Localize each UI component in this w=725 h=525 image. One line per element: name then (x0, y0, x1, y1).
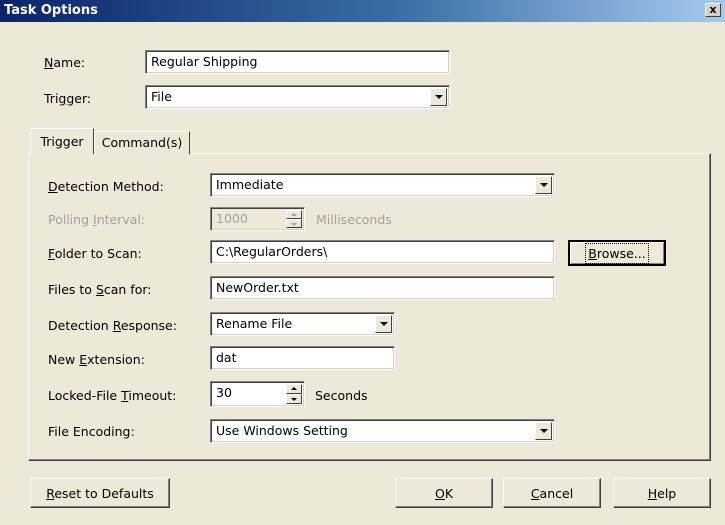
tab-commands-label: Command(s) (101, 135, 183, 150)
timeout-unit: Seconds (315, 388, 368, 403)
title-bar: Task Options x (0, 0, 725, 22)
tab-commands[interactable]: Command(s) (94, 131, 190, 154)
folder-to-scan-value: C:\RegularOrders\ (216, 244, 328, 259)
chevron-down-icon[interactable] (535, 176, 552, 194)
cancel-button[interactable]: Cancel (503, 478, 601, 508)
polling-interval-value: 1000 (216, 211, 248, 226)
detection-response-value: Rename File (216, 316, 293, 331)
folder-to-scan-label: Folder to Scan: (48, 246, 142, 261)
browse-button[interactable]: Browse... (568, 240, 666, 266)
folder-to-scan-input[interactable]: C:\RegularOrders\ (210, 240, 555, 264)
tab-trigger-label: Trigger (40, 134, 84, 149)
detection-response-select[interactable]: Rename File (210, 312, 395, 336)
trigger-select[interactable]: File (145, 85, 450, 109)
spin-up-icon[interactable] (286, 210, 302, 219)
polling-interval-stepper[interactable]: 1000 (210, 207, 305, 231)
chevron-down-icon[interactable] (535, 422, 552, 440)
spin-up-icon[interactable] (286, 384, 302, 394)
file-encoding-label: File Encoding: (48, 424, 135, 439)
polling-interval-label: Polling Interval: (48, 212, 146, 227)
reset-button-label: Reset to Defaults (46, 486, 154, 501)
files-to-scan-label: Files to Scan for: (48, 282, 152, 297)
detection-method-label: Detection Method: (48, 179, 164, 194)
name-label: Name: (44, 55, 86, 70)
new-extension-label: New Extension: (48, 352, 145, 367)
reset-to-defaults-button[interactable]: Reset to Defaults (30, 478, 170, 508)
name-input[interactable]: Regular Shipping (145, 50, 450, 74)
tab-panel-trigger (28, 153, 711, 461)
spin-buttons[interactable] (286, 384, 302, 404)
ok-button-label: OK (434, 486, 454, 501)
locked-file-timeout-label: Locked-File Timeout: (48, 388, 177, 403)
browse-button-label: Browse... (585, 243, 649, 264)
polling-interval-unit: Milliseconds (316, 212, 392, 227)
new-extension-input[interactable]: dat (210, 346, 395, 370)
close-button[interactable]: x (705, 3, 721, 17)
spin-buttons[interactable] (286, 210, 302, 228)
files-to-scan-value: NewOrder.txt (216, 280, 299, 295)
locked-file-timeout-value: 30 (216, 385, 232, 400)
trigger-value: File (151, 89, 172, 104)
help-button[interactable]: Help (613, 478, 711, 508)
spin-down-icon[interactable] (286, 219, 302, 228)
ok-button[interactable]: OK (395, 478, 493, 508)
cancel-button-label: Cancel (530, 486, 574, 501)
chevron-down-icon[interactable] (375, 315, 392, 333)
files-to-scan-input[interactable]: NewOrder.txt (210, 276, 555, 300)
name-value: Regular Shipping (151, 54, 258, 69)
locked-file-timeout-stepper[interactable]: 30 (210, 381, 305, 407)
trigger-label: Trigger: (44, 91, 92, 106)
chevron-down-icon[interactable] (430, 88, 447, 106)
file-encoding-select[interactable]: Use Windows Setting (210, 419, 555, 443)
file-encoding-value: Use Windows Setting (216, 423, 348, 438)
detection-method-select[interactable]: Immediate (210, 173, 555, 197)
tab-trigger[interactable]: Trigger (30, 128, 94, 154)
new-extension-value: dat (216, 350, 237, 365)
detection-response-label: Detection Response: (48, 318, 177, 333)
spin-down-icon[interactable] (286, 394, 302, 404)
help-button-label: Help (647, 486, 677, 501)
window-title: Task Options (4, 3, 98, 18)
close-icon: x (709, 3, 717, 16)
detection-method-value: Immediate (216, 177, 284, 192)
